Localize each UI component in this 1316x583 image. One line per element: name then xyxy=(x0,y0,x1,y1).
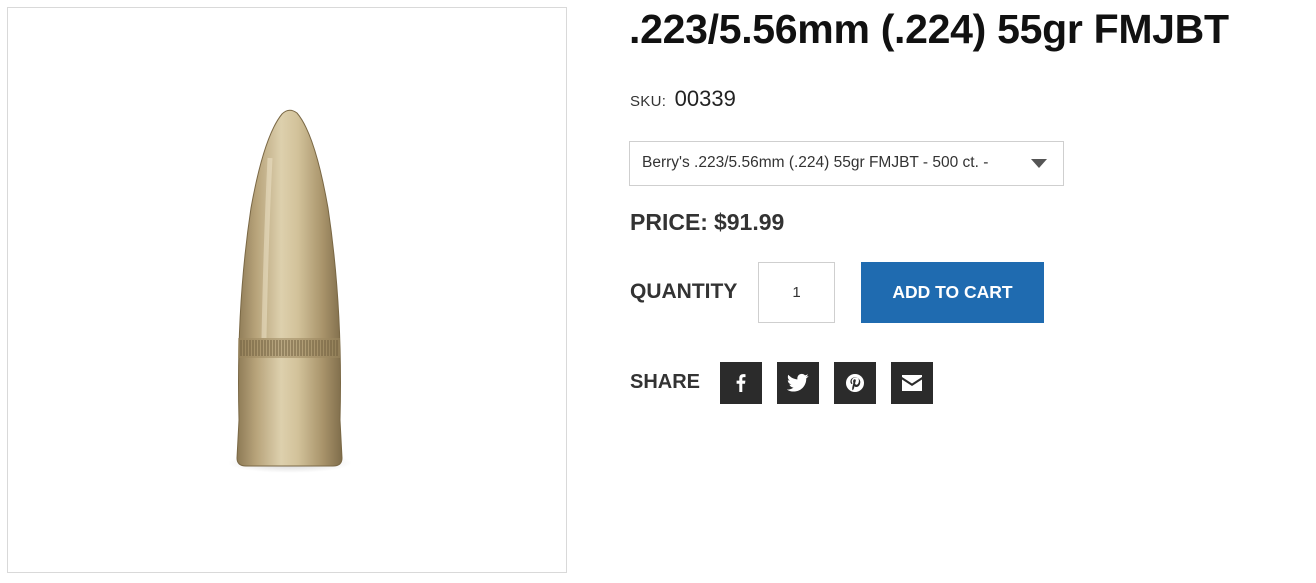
share-pinterest-button[interactable] xyxy=(834,362,876,404)
email-icon xyxy=(902,375,922,391)
variant-select-value: Berry's .223/5.56mm (.224) 55gr FMJBT - … xyxy=(642,154,989,171)
share-twitter-button[interactable] xyxy=(777,362,819,404)
variant-select[interactable]: Berry's .223/5.56mm (.224) 55gr FMJBT - … xyxy=(629,141,1064,186)
product-image[interactable] xyxy=(7,7,567,573)
sku-row: SKU: 00339 xyxy=(630,86,736,112)
sku-value: 00339 xyxy=(674,86,736,111)
facebook-icon xyxy=(736,374,746,392)
price-label: PRICE: xyxy=(630,209,708,235)
price-row: PRICE: $91.99 xyxy=(630,209,784,236)
product-title: .223/5.56mm (.224) 55gr FMJBT xyxy=(629,6,1229,52)
twitter-icon xyxy=(787,373,809,392)
bullet-image xyxy=(228,109,352,473)
quantity-input[interactable] xyxy=(758,262,835,323)
share-facebook-button[interactable] xyxy=(720,362,762,404)
share-label: SHARE xyxy=(630,371,701,393)
price-value: $91.99 xyxy=(713,209,785,235)
share-email-button[interactable] xyxy=(891,362,933,404)
pinterest-icon xyxy=(846,374,864,392)
quantity-label: QUANTITY xyxy=(630,280,738,303)
sku-label: SKU: xyxy=(630,93,667,110)
chevron-down-icon xyxy=(1031,159,1047,168)
add-to-cart-button[interactable]: ADD TO CART xyxy=(861,262,1044,323)
